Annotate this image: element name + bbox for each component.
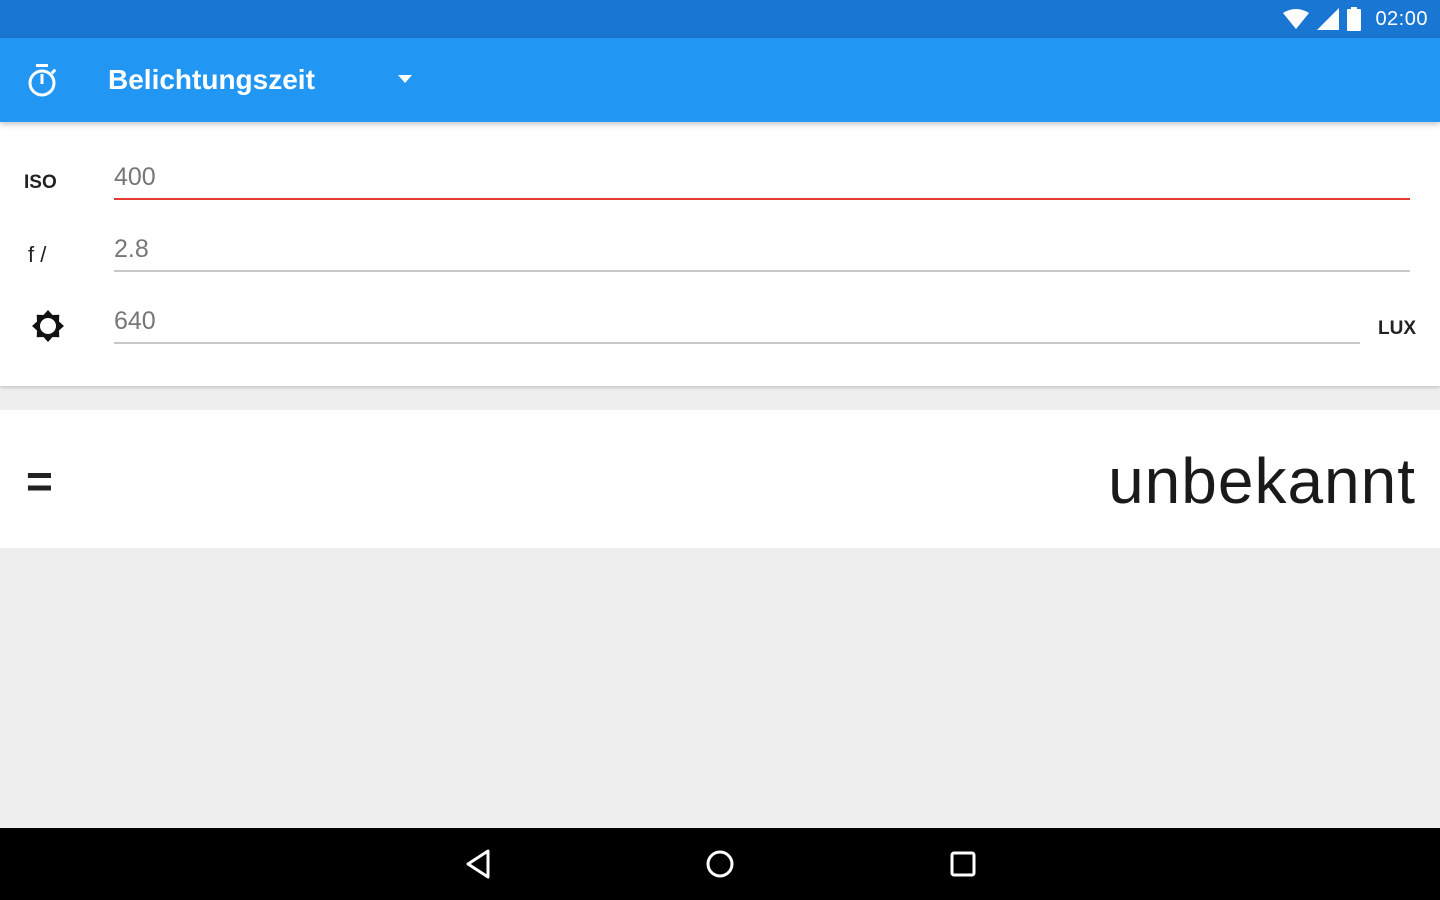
brightness-icon: [32, 310, 64, 342]
iso-field[interactable]: 400: [114, 160, 1410, 200]
result-value: unbekannt: [1108, 445, 1416, 517]
status-time: 02:00: [1375, 7, 1428, 30]
recents-button[interactable]: [903, 828, 1023, 900]
timer-icon[interactable]: [26, 64, 58, 98]
navigation-bar: [0, 828, 1440, 900]
wifi-icon: [1283, 9, 1310, 29]
aperture-field[interactable]: 2.8: [114, 232, 1410, 272]
home-button[interactable]: [660, 828, 780, 900]
back-icon: [466, 849, 490, 879]
equals-sign: =: [26, 455, 53, 507]
input-card: ISO 400 f / 2.8 640 LUX: [0, 122, 1440, 386]
mode-spinner[interactable]: Belichtungszeit: [92, 38, 432, 122]
signal-icon: [1317, 8, 1340, 30]
app-bar: Belichtungszeit: [0, 38, 1440, 122]
illuminance-field[interactable]: 640: [114, 304, 1360, 344]
mode-spinner-label: Belichtungszeit: [108, 64, 315, 95]
illuminance-value: 640: [114, 307, 156, 335]
iso-value: 400: [114, 163, 156, 191]
recents-icon: [950, 851, 976, 877]
aperture-label: f /: [28, 242, 47, 267]
home-icon: [706, 850, 734, 878]
back-button[interactable]: [418, 828, 538, 900]
lux-unit-label: LUX: [1378, 318, 1416, 339]
status-bar: 02:00: [0, 0, 1440, 38]
iso-label: ISO: [24, 172, 57, 193]
result-card: = unbekannt: [0, 410, 1440, 548]
battery-icon: [1347, 7, 1362, 31]
aperture-value: 2.8: [114, 235, 149, 263]
dropdown-arrow-icon: [398, 75, 412, 83]
